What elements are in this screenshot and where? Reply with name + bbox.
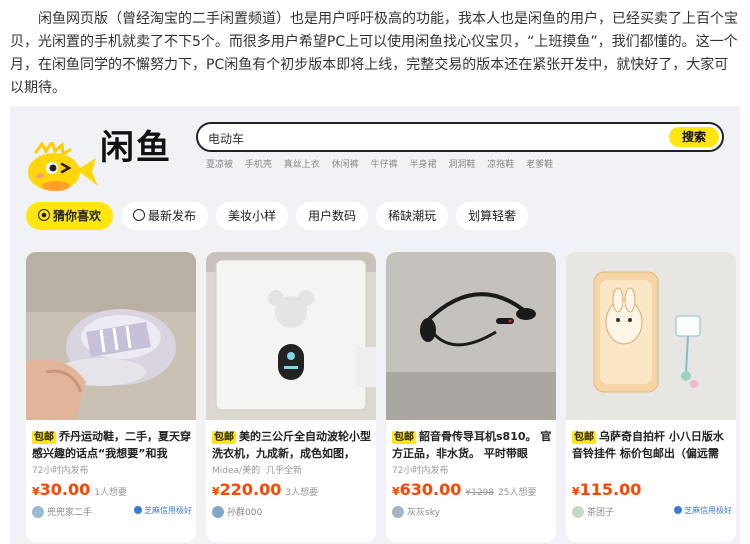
seller-row: 孙群000: [212, 505, 372, 518]
currency-symbol: ¥: [212, 485, 220, 498]
hot-search-link[interactable]: 真丝上衣: [284, 160, 320, 170]
hot-search-link[interactable]: 手机壳: [245, 160, 272, 170]
seller-row: 兜兜家二手 芝麻信用极好: [32, 505, 192, 518]
product-title[interactable]: 包邮 乌萨奇自拍杆 小八日版水音铃挂件 标价包邮出（偏远需: [572, 428, 732, 462]
seller-avatar[interactable]: [32, 506, 44, 518]
credit-badge: 芝麻信用极好: [134, 505, 192, 516]
seller-avatar[interactable]: [572, 506, 584, 518]
seller-name[interactable]: 灰灰sky: [407, 508, 440, 518]
product-price: ¥220.00: [212, 480, 281, 499]
product-meta: Midea/美的 几乎全新: [212, 463, 308, 476]
search-input[interactable]: [208, 129, 648, 147]
site-logo: 闲鱼: [100, 128, 172, 168]
tab-latest[interactable]: 最新发布: [121, 202, 209, 230]
free-shipping-badge: 包邮: [572, 431, 596, 444]
product-card[interactable]: 包邮 美的三公斤全自动波轮小型洗衣机，九成新，成色如图， Midea/美的 几乎全新…: [206, 252, 376, 542]
credit-badge: 芝麻信用极好: [674, 505, 732, 516]
tab-trendy-toys[interactable]: 稀缺潮玩: [376, 202, 449, 230]
tab-label: 美妆小样: [228, 209, 277, 223]
free-shipping-badge: 包邮: [32, 431, 56, 444]
price-row: ¥220.00 3人想要: [212, 480, 318, 499]
article-paragraph: 闲鱼网页版（曾经淘宝的二手闲置频道）也是用户呼吁极高的功能，我本人也是闲鱼的用户…: [10, 11, 738, 96]
search-bar: 搜索: [196, 122, 724, 152]
credit-icon: [674, 506, 682, 514]
credit-text: 芝麻信用极好: [684, 506, 732, 515]
hot-search-link[interactable]: 休闲裤: [332, 160, 359, 170]
seller-name[interactable]: 茶团子: [587, 508, 614, 518]
tab-label: 稀缺潮玩: [388, 209, 437, 223]
free-shipping-badge: 包邮: [212, 431, 236, 444]
product-card[interactable]: 包邮 韶音骨传导耳机s810。 官方正品，非水货。 平时带眼 72小时内发布 ¥6…: [386, 252, 556, 542]
logo-area[interactable]: 闲鱼: [18, 116, 198, 196]
tab-digital[interactable]: 用户数码: [296, 202, 369, 230]
article-text: 闲鱼网页版（曾经淘宝的二手闲置频道）也是用户呼吁极高的功能，我本人也是闲鱼的用户…: [10, 8, 740, 100]
tab-label: 划算轻奢: [468, 209, 517, 223]
credit-icon: [134, 506, 142, 514]
xianyu-screenshot: 闲鱼 搜索 夏凉被 手机壳 真丝上衣 休闲裤 牛仔裤 半身裙 洞洞鞋 凉拖鞋 老…: [10, 106, 740, 544]
product-card[interactable]: 包邮 乌萨奇自拍杆 小八日版水音铃挂件 标价包邮出（偏远需 ¥115.00 茶团子…: [566, 252, 736, 542]
tab-beauty-samples[interactable]: 美妆小样: [216, 202, 289, 230]
want-count: 3人想要: [285, 488, 319, 498]
product-meta-tag: 72小时内发布: [32, 466, 89, 476]
price-value: 115.00: [579, 480, 642, 499]
product-meta-tag: 几乎全新: [266, 466, 303, 476]
seller-name[interactable]: 孙群000: [227, 508, 262, 518]
product-price: ¥30.00: [32, 480, 90, 499]
currency-symbol: ¥: [572, 485, 580, 498]
price-value: 630.00: [399, 480, 462, 499]
hot-search-link[interactable]: 夏凉被: [206, 160, 233, 170]
want-count: 1人想要: [94, 488, 127, 498]
product-image-sneakers[interactable]: [26, 252, 196, 420]
price-row: ¥30.00 1人想要: [32, 480, 127, 499]
tab-affordable-luxury[interactable]: 划算轻奢: [456, 202, 529, 230]
hot-search-link[interactable]: 牛仔裤: [371, 160, 398, 170]
currency-symbol: ¥: [32, 485, 40, 498]
hot-search-link[interactable]: 半身裙: [409, 160, 436, 170]
price-value: 220.00: [219, 480, 282, 499]
product-image-charm[interactable]: [566, 252, 736, 420]
hot-search-link[interactable]: 洞洞鞋: [448, 160, 475, 170]
currency-symbol: ¥: [392, 485, 400, 498]
product-image-earphones[interactable]: [386, 252, 556, 420]
price-row: ¥630.00 ¥1298 25人想要: [392, 480, 537, 499]
price-row: ¥115.00: [572, 480, 641, 499]
tab-label: 最新发布: [148, 209, 197, 223]
tab-guess-you-like[interactable]: 猜你喜欢: [26, 202, 114, 230]
search-button[interactable]: 搜索: [669, 127, 719, 147]
seller-name[interactable]: 兜兜家二手: [47, 508, 92, 518]
want-count: 25人想要: [498, 488, 537, 498]
free-shipping-badge: 包邮: [392, 431, 416, 444]
tab-label: 猜你喜欢: [53, 209, 102, 223]
tab-label: 用户数码: [308, 209, 357, 223]
product-meta: 72小时内发布: [392, 463, 454, 476]
hot-search-link[interactable]: 凉拖鞋: [487, 160, 514, 170]
product-price: ¥630.00: [392, 480, 461, 499]
product-title[interactable]: 包邮 乔丹运动鞋，二手，夏天穿 感兴趣的话点“我想要”和我: [32, 428, 192, 462]
seller-avatar[interactable]: [212, 506, 224, 518]
hot-search-link[interactable]: 老爹鞋: [526, 160, 553, 170]
seller-row: 灰灰sky: [392, 505, 552, 518]
mascot-fish-icon: [28, 142, 98, 191]
product-meta-tag: 72小时内发布: [392, 466, 449, 476]
hot-search-list: 夏凉被 手机壳 真丝上衣 休闲裤 牛仔裤 半身裙 洞洞鞋 凉拖鞋 老爹鞋: [206, 157, 562, 170]
product-meta: 72小时内发布: [32, 463, 94, 476]
category-tabs: 猜你喜欢 最新发布 美妆小样 用户数码 稀缺潮玩 划算轻奢: [26, 202, 536, 230]
clock-icon: [133, 209, 146, 221]
product-title[interactable]: 包邮 韶音骨传导耳机s810。 官方正品，非水货。 平时带眼: [392, 428, 552, 462]
product-card[interactable]: 包邮 乔丹运动鞋，二手，夏天穿 感兴趣的话点“我想要”和我 72小时内发布 ¥30…: [26, 252, 196, 542]
product-price: ¥115.00: [572, 480, 641, 499]
product-meta-tag: Midea/美的: [212, 466, 261, 476]
product-title[interactable]: 包邮 美的三公斤全自动波轮小型洗衣机，九成新，成色如图，: [212, 428, 372, 462]
seller-avatar[interactable]: [392, 506, 404, 518]
product-image-washing-machine[interactable]: [206, 252, 376, 420]
credit-text: 芝麻信用极好: [144, 506, 192, 515]
seller-row: 茶团子 芝麻信用极好: [572, 505, 732, 518]
original-price: ¥1298: [465, 488, 495, 498]
price-value: 30.00: [39, 480, 91, 499]
heart-circle-icon: [38, 209, 50, 221]
